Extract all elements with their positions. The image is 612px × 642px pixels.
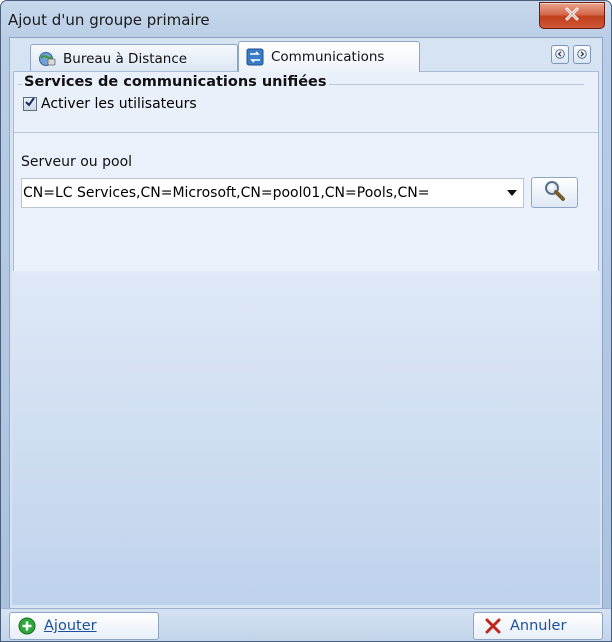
tab-label: Bureau à Distance [63,50,188,67]
remote-desktop-icon [37,50,57,68]
checkbox-label: Activer les utilisateurs [41,96,197,112]
tab-next-button[interactable] [573,45,591,64]
plus-icon [18,617,36,635]
tab-panel: Services de communications unifiées Acti… [13,71,599,271]
activate-users-row[interactable]: Activer les utilisateurs [23,96,197,112]
cancel-button-label: Annuler [510,618,567,634]
add-button-label: Ajouter [44,618,97,634]
server-pool-select[interactable]: CN=LC Services,CN=Microsoft,CN=pool01,CN… [21,178,524,208]
activate-users-checkbox[interactable] [23,97,37,111]
add-button[interactable]: Ajouter [9,612,159,640]
server-label: Serveur ou pool [21,154,133,170]
button-bar: Ajouter Annuler [1,608,611,641]
tab-nav [551,38,595,71]
chevron-down-icon[interactable] [501,179,523,207]
search-server-button[interactable] [531,177,578,208]
chevron-left-icon [555,47,565,63]
close-button[interactable] [539,2,605,29]
checkmark-icon [24,96,36,112]
title-bar[interactable]: Ajout d'un groupe primaire [1,1,611,35]
group-title: Services de communications unifiées [22,74,329,90]
dialog-window: Ajout d'un groupe primaire Bureau à Dist… [0,0,612,642]
close-icon [564,7,580,25]
magnifier-icon [543,180,567,206]
chevron-right-icon [577,47,587,63]
tab-bureau-a-distance[interactable]: Bureau à Distance [30,44,238,72]
communications-icon [245,48,265,66]
x-icon [484,617,502,635]
tab-label: Communications [271,49,385,65]
tab-communications[interactable]: Communications [238,41,420,72]
content-background [12,271,600,605]
tab-strip: Bureau à Distance Communications [10,38,602,72]
cancel-button[interactable]: Annuler [473,612,603,640]
server-pool-value: CN=LC Services,CN=Microsoft,CN=pool01,CN… [23,185,430,201]
tab-prev-button[interactable] [551,45,569,64]
window-title: Ajout d'un groupe primaire [8,11,210,29]
